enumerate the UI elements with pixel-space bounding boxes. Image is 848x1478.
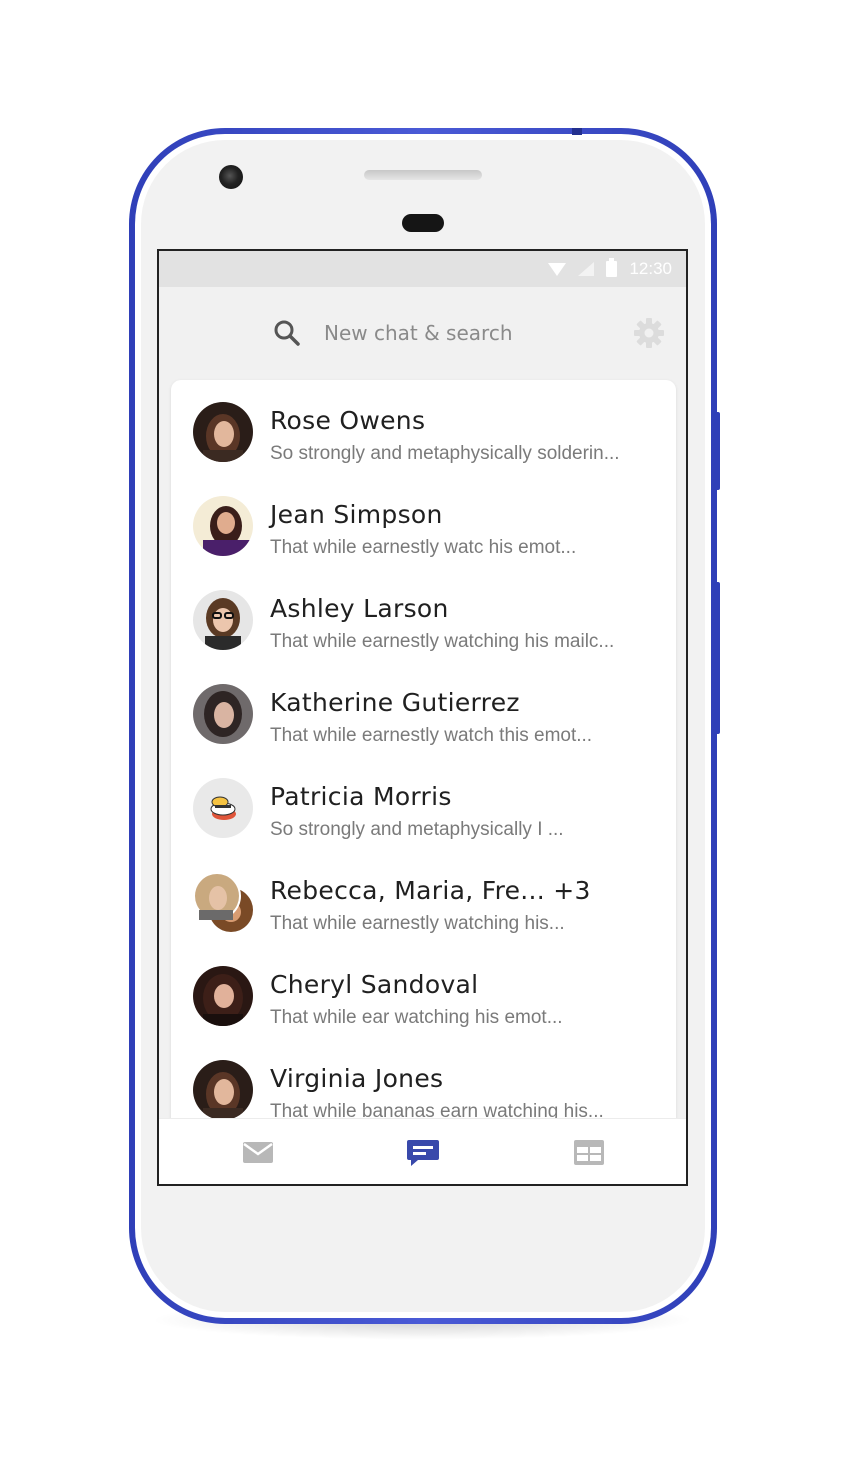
- avatar: [193, 590, 253, 650]
- chat-name: Cheryl Sandoval: [270, 970, 479, 999]
- status-bar: 12:30: [159, 251, 686, 287]
- chat-name: Patricia Morris: [270, 782, 452, 811]
- chat-name: Jean Simpson: [270, 500, 443, 529]
- avatar: [193, 402, 253, 462]
- avatar: [193, 684, 253, 744]
- mail-icon[interactable]: [241, 1137, 275, 1167]
- chat-item-rose-owens[interactable]: Rose Owens So strongly and metaphysicall…: [171, 380, 676, 474]
- chat-name: Katherine Gutierrez: [270, 688, 520, 717]
- search-icon: [274, 320, 300, 346]
- power-button[interactable]: [714, 412, 720, 490]
- chat-preview: So strongly and metaphysically solderin.…: [270, 443, 620, 464]
- chat-icon[interactable]: [406, 1137, 440, 1167]
- group-avatar: [193, 872, 253, 932]
- chat-item-patricia-morris[interactable]: Patricia Morris So strongly and metaphys…: [171, 756, 676, 850]
- calendar-icon[interactable]: [572, 1137, 606, 1167]
- chat-name: Virginia Jones: [270, 1064, 444, 1093]
- earpiece-speaker: [364, 170, 482, 180]
- avatar: [193, 1060, 253, 1120]
- chat-list-card: Rose Owens So strongly and metaphysicall…: [171, 380, 676, 1160]
- chat-preview: That while ear watching his emot...: [270, 1007, 563, 1028]
- avatar: [193, 966, 253, 1026]
- bottom-navigation: [159, 1118, 686, 1184]
- antenna-band: [572, 128, 582, 135]
- chat-item-katherine-gutierrez[interactable]: Katherine Gutierrez That while earnestly…: [171, 662, 676, 756]
- chat-name: Ashley Larson: [270, 594, 449, 623]
- chat-preview: That while earnestly watc his emot...: [270, 537, 577, 558]
- chat-preview: So strongly and metaphysically I ...: [270, 819, 564, 840]
- gear-icon[interactable]: [633, 317, 665, 349]
- chat-item-cheryl-sandoval[interactable]: Cheryl Sandoval That while ear watching …: [171, 944, 676, 1038]
- chat-name: Rose Owens: [270, 406, 426, 435]
- chat-item-jean-simpson[interactable]: Jean Simpson That while earnestly watc h…: [171, 474, 676, 568]
- search-input[interactable]: New chat & search: [324, 319, 513, 347]
- front-camera: [219, 165, 243, 189]
- chat-item-group-rebecca[interactable]: Rebecca, Maria, Fre... +3 That while ear…: [171, 850, 676, 944]
- avatar: [193, 496, 253, 556]
- chat-preview: That while earnestly watching his mailc.…: [270, 631, 615, 652]
- signal-icon: [578, 262, 595, 276]
- search-bar[interactable]: New chat & search: [159, 287, 686, 379]
- status-time: 12:30: [629, 259, 672, 278]
- chat-item-ashley-larson[interactable]: Ashley Larson That while earnestly watch…: [171, 568, 676, 662]
- battery-icon: [606, 258, 618, 277]
- wifi-icon: [548, 262, 567, 276]
- proximity-sensor: [402, 214, 444, 232]
- volume-button[interactable]: [714, 582, 720, 734]
- chat-preview: That while earnestly watch this emot...: [270, 725, 593, 746]
- chat-name: Rebecca, Maria, Fre... +3: [270, 876, 591, 905]
- screen: 12:30 New chat & search Rose Owens So st…: [157, 249, 688, 1186]
- chat-preview: That while earnestly watching his...: [270, 913, 565, 934]
- avatar: [193, 778, 253, 838]
